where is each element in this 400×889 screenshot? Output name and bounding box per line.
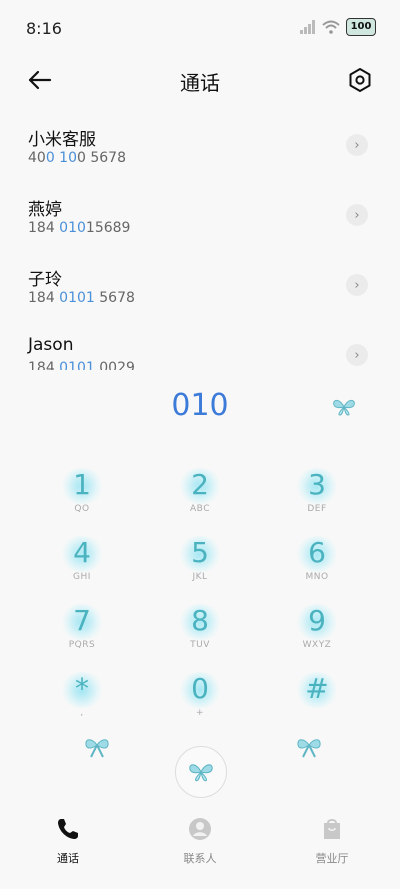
butterfly-icon	[189, 764, 213, 782]
key-1[interactable]: 1 QO	[42, 464, 122, 524]
key-2[interactable]: 2 ABC	[160, 464, 240, 524]
key-hash[interactable]: #	[277, 668, 357, 728]
key-6[interactable]: 6 MNO	[277, 532, 357, 592]
butterfly-icon[interactable]	[332, 398, 356, 416]
contact-name: 小米客服	[28, 130, 96, 150]
contact-name: 子玲	[28, 270, 62, 290]
bottom-tab-bar: 通话 联系人 营业厅	[0, 810, 400, 870]
key-7[interactable]: 7 PQRS	[42, 600, 122, 660]
key-star[interactable]: *,	[42, 668, 122, 728]
status-icons: 100	[300, 18, 376, 36]
result-row[interactable]: 燕婷 184 01015689 ›	[0, 182, 400, 252]
tab-calls[interactable]: 通话	[28, 816, 108, 866]
contact-number: 184 0101 0029	[28, 360, 135, 370]
tab-contacts[interactable]: 联系人	[160, 816, 240, 866]
call-button[interactable]	[175, 746, 227, 798]
settings-icon[interactable]	[346, 66, 374, 94]
chevron-right-icon[interactable]: ›	[346, 274, 368, 296]
bow-icon[interactable]	[295, 736, 323, 758]
page-title: 通话	[180, 71, 220, 95]
battery-icon: 100	[346, 18, 376, 36]
key-0[interactable]: 0 +	[160, 668, 240, 728]
key-8[interactable]: 8 TUV	[160, 600, 240, 660]
result-row[interactable]: Jason 184 0101 0029 ›	[0, 322, 400, 370]
contacts-icon	[189, 818, 211, 840]
header: 通话	[0, 58, 400, 102]
tab-label: 营业厅	[315, 852, 349, 865]
key-5[interactable]: 5 JKL	[160, 532, 240, 592]
chevron-right-icon[interactable]: ›	[346, 204, 368, 226]
bow-icon[interactable]	[83, 736, 111, 758]
contact-name: 燕婷	[28, 200, 62, 220]
contact-number: 400 100 5678	[28, 150, 126, 166]
chevron-right-icon[interactable]: ›	[346, 134, 368, 156]
result-row[interactable]: 子玲 184 0101 5678 ›	[0, 252, 400, 322]
phone-icon	[58, 819, 78, 839]
contact-name: Jason	[28, 335, 74, 355]
search-results: 小米客服 400 100 5678 › 燕婷 184 01015689 › 子玲…	[0, 112, 400, 370]
status-bar: 8:16 100	[0, 0, 400, 56]
result-row[interactable]: 小米客服 400 100 5678 ›	[0, 112, 400, 182]
key-3[interactable]: 3 DEF	[277, 464, 357, 524]
signal-icon	[300, 20, 315, 34]
tab-label: 联系人	[183, 852, 217, 865]
key-4[interactable]: 4 GHI	[42, 532, 122, 592]
contact-number: 184 01015689	[28, 220, 131, 236]
status-time: 8:16	[26, 19, 62, 38]
tab-store[interactable]: 营业厅	[292, 816, 372, 866]
tab-label: 通话	[57, 852, 79, 865]
chevron-right-icon[interactable]: ›	[346, 344, 368, 366]
contact-number: 184 0101 5678	[28, 290, 135, 306]
store-icon	[324, 819, 340, 839]
wifi-icon	[322, 20, 340, 34]
key-9[interactable]: 9 WXYZ	[277, 600, 357, 660]
